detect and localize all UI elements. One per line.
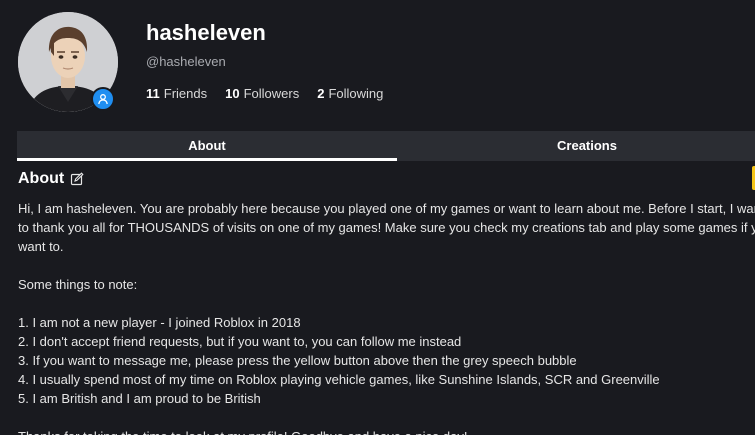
about-note-item: 3. If you want to message me, please pre… — [18, 353, 577, 368]
about-intro-line: to thank you all for THOUSANDS of visits… — [18, 220, 755, 235]
stat-friends[interactable]: 11 Friends — [146, 86, 207, 101]
stat-friends-count: 11 — [146, 86, 160, 101]
stat-following[interactable]: 2 Following — [317, 86, 383, 101]
profile-page: hasheleven @hasheleven 11 Friends 10 Follo… — [0, 0, 755, 435]
display-name: hasheleven — [146, 20, 266, 45]
about-note-item: 4. I usually spend most of my time on Ro… — [18, 372, 660, 387]
about-description: Hi, I am hasheleven. You are probably he… — [18, 199, 755, 435]
tab-about[interactable]: About — [17, 131, 397, 161]
about-title: About — [18, 170, 65, 187]
about-intro-line: want to. — [18, 239, 64, 254]
about-note-heading: Some things to note: — [18, 277, 138, 292]
about-note-item: 1. I am not a new player - I joined Robl… — [18, 315, 301, 330]
about-closing: Thanks for taking the time to look at my… — [18, 427, 755, 435]
stat-followers[interactable]: 10 Followers — [225, 86, 299, 101]
stat-following-count: 2 — [317, 86, 325, 101]
tab-creations[interactable]: Creations — [397, 131, 755, 161]
avatar-container[interactable] — [18, 12, 118, 112]
profile-tabs: About Creations — [17, 131, 755, 161]
username: @hasheleven — [146, 54, 226, 69]
about-intro-line: Hi, I am hasheleven. You are probably he… — [18, 201, 755, 216]
about-note-item: 2. I don't accept friend requests, but i… — [18, 334, 462, 349]
user-icon — [91, 87, 115, 111]
about-header: About — [18, 170, 84, 188]
edit-icon[interactable] — [70, 172, 84, 186]
stat-followers-count: 10 — [225, 86, 240, 101]
stat-following-label: Following — [328, 86, 384, 101]
stat-followers-label: Followers — [243, 86, 300, 101]
stat-friends-label: Friends — [163, 86, 208, 101]
about-note-item: 5. I am British and I am proud to be Bri… — [18, 391, 261, 406]
profile-stats: 11 Friends 10 Followers 2 Following — [146, 86, 383, 101]
